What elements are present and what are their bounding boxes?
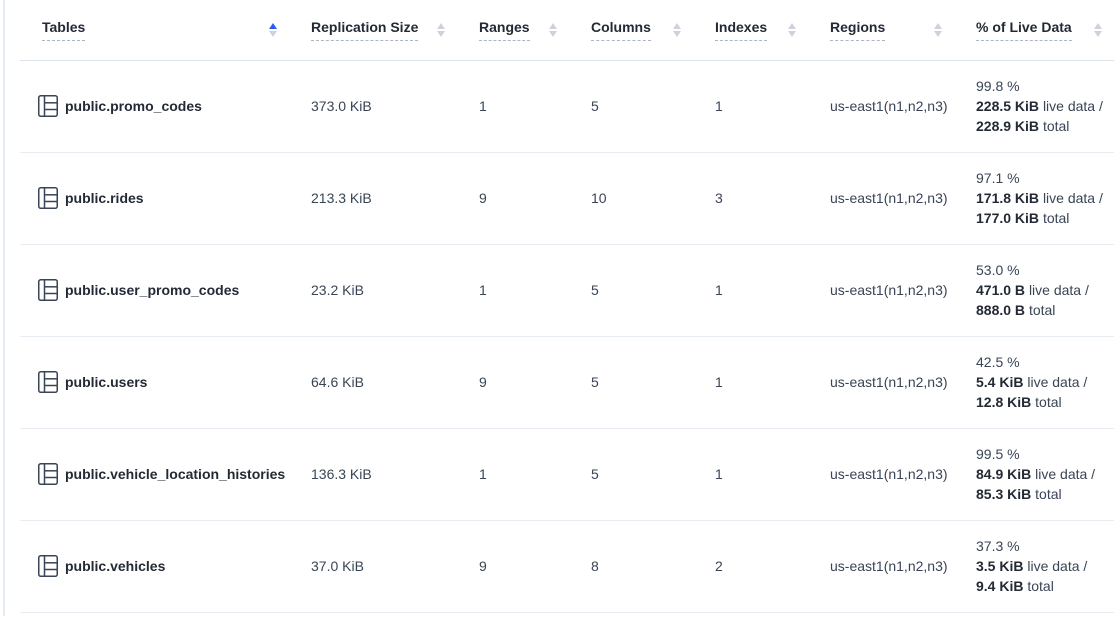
- sort-icon[interactable]: [788, 23, 796, 37]
- indexes-cell: 3: [694, 152, 809, 244]
- regions-cell: us-east1(n1,n2,n3): [809, 244, 955, 336]
- live-data-percent: 37.3 %: [976, 536, 1109, 556]
- table-header-row: Tables Replication Size Ranges Columns: [20, 0, 1114, 60]
- indexes-cell: 2: [694, 520, 809, 612]
- table-icon: [38, 371, 58, 393]
- sort-icon[interactable]: [437, 23, 445, 37]
- regions-cell: us-east1(n1,n2,n3): [809, 428, 955, 520]
- column-label-live-data: % of Live Data: [976, 18, 1072, 41]
- table-name-link[interactable]: public.rides: [65, 190, 144, 206]
- ranges-cell: 9: [458, 152, 570, 244]
- column-label-replication-size: Replication Size: [311, 18, 418, 41]
- column-header-indexes[interactable]: Indexes: [694, 0, 809, 60]
- live-data-cell: 53.0 % 471.0 B live data / 888.0 B total: [955, 244, 1114, 336]
- live-data-percent: 99.5 %: [976, 444, 1109, 464]
- total-data-size: 228.9 KiB total: [976, 116, 1109, 136]
- table-row: public.users 64.6 KiB 9 5 1 us-east1(n1,…: [20, 336, 1114, 428]
- total-data-size: 888.0 B total: [976, 300, 1109, 320]
- replication-size-cell: 136.3 KiB: [290, 428, 458, 520]
- live-data-cell: 42.5 % 5.4 KiB live data / 12.8 KiB tota…: [955, 336, 1114, 428]
- ranges-cell: 1: [458, 428, 570, 520]
- column-header-columns[interactable]: Columns: [570, 0, 694, 60]
- live-data-percent: 53.0 %: [976, 260, 1109, 280]
- column-label-tables: Tables: [42, 18, 85, 41]
- live-data-size: 5.4 KiB live data /: [976, 372, 1109, 392]
- sort-icon[interactable]: [673, 23, 681, 37]
- live-data-percent: 99.8 %: [976, 76, 1109, 96]
- ranges-cell: 9: [458, 520, 570, 612]
- live-data-percent: 97.1 %: [976, 168, 1109, 188]
- table-name-link[interactable]: public.vehicles: [65, 558, 165, 574]
- replication-size-cell: 373.0 KiB: [290, 60, 458, 152]
- live-data-cell: 99.8 % 228.5 KiB live data / 228.9 KiB t…: [955, 60, 1114, 152]
- table-body: public.promo_codes 373.0 KiB 1 5 1 us-ea…: [20, 60, 1114, 612]
- table-icon: [38, 95, 58, 117]
- table-icon: [38, 555, 58, 577]
- indexes-cell: 1: [694, 244, 809, 336]
- live-data-size: 228.5 KiB live data /: [976, 96, 1109, 116]
- table-icon: [38, 187, 58, 209]
- sort-icon[interactable]: [934, 23, 942, 37]
- total-data-size: 12.8 KiB total: [976, 392, 1109, 412]
- live-data-cell: 37.3 % 3.5 KiB live data / 9.4 KiB total: [955, 520, 1114, 612]
- live-data-size: 171.8 KiB live data /: [976, 188, 1109, 208]
- live-data-percent: 42.5 %: [976, 352, 1109, 372]
- indexes-cell: 1: [694, 60, 809, 152]
- table-name-link[interactable]: public.user_promo_codes: [65, 282, 239, 298]
- column-header-live-data[interactable]: % of Live Data: [955, 0, 1114, 60]
- columns-cell: 5: [570, 244, 694, 336]
- indexes-cell: 1: [694, 428, 809, 520]
- table-name-link[interactable]: public.vehicle_location_histories: [65, 466, 285, 482]
- table-name-link[interactable]: public.promo_codes: [65, 98, 202, 114]
- live-data-size: 471.0 B live data /: [976, 280, 1109, 300]
- total-data-size: 177.0 KiB total: [976, 208, 1109, 228]
- regions-cell: us-east1(n1,n2,n3): [809, 336, 955, 428]
- total-data-size: 9.4 KiB total: [976, 576, 1109, 596]
- replication-size-cell: 37.0 KiB: [290, 520, 458, 612]
- replication-size-cell: 213.3 KiB: [290, 152, 458, 244]
- live-data-size: 84.9 KiB live data /: [976, 464, 1109, 484]
- column-label-ranges: Ranges: [479, 18, 530, 41]
- tables-list-table: Tables Replication Size Ranges Columns: [20, 0, 1114, 613]
- sort-icon[interactable]: [1094, 23, 1102, 37]
- sort-icon[interactable]: [269, 23, 277, 37]
- column-label-regions: Regions: [830, 18, 885, 41]
- indexes-cell: 1: [694, 336, 809, 428]
- regions-cell: us-east1(n1,n2,n3): [809, 60, 955, 152]
- table-icon: [38, 463, 58, 485]
- table-row: public.promo_codes 373.0 KiB 1 5 1 us-ea…: [20, 60, 1114, 152]
- live-data-cell: 97.1 % 171.8 KiB live data / 177.0 KiB t…: [955, 152, 1114, 244]
- column-label-columns: Columns: [591, 18, 651, 41]
- column-label-indexes: Indexes: [715, 18, 767, 41]
- table-row: public.vehicle_location_histories 136.3 …: [20, 428, 1114, 520]
- replication-size-cell: 64.6 KiB: [290, 336, 458, 428]
- table-name-link[interactable]: public.users: [65, 374, 147, 390]
- ranges-cell: 9: [458, 336, 570, 428]
- table-row: public.rides 213.3 KiB 9 10 3 us-east1(n…: [20, 152, 1114, 244]
- regions-cell: us-east1(n1,n2,n3): [809, 152, 955, 244]
- table-row: public.vehicles 37.0 KiB 9 8 2 us-east1(…: [20, 520, 1114, 612]
- replication-size-cell: 23.2 KiB: [290, 244, 458, 336]
- total-data-size: 85.3 KiB total: [976, 484, 1109, 504]
- columns-cell: 10: [570, 152, 694, 244]
- page-edge-divider: [3, 0, 5, 616]
- live-data-cell: 99.5 % 84.9 KiB live data / 85.3 KiB tot…: [955, 428, 1114, 520]
- ranges-cell: 1: [458, 244, 570, 336]
- column-header-tables[interactable]: Tables: [20, 0, 290, 60]
- column-header-replication-size[interactable]: Replication Size: [290, 0, 458, 60]
- columns-cell: 5: [570, 428, 694, 520]
- ranges-cell: 1: [458, 60, 570, 152]
- columns-cell: 8: [570, 520, 694, 612]
- table-icon: [38, 279, 58, 301]
- regions-cell: us-east1(n1,n2,n3): [809, 520, 955, 612]
- column-header-regions[interactable]: Regions: [809, 0, 955, 60]
- sort-icon[interactable]: [549, 23, 557, 37]
- columns-cell: 5: [570, 336, 694, 428]
- live-data-size: 3.5 KiB live data /: [976, 556, 1109, 576]
- columns-cell: 5: [570, 60, 694, 152]
- column-header-ranges[interactable]: Ranges: [458, 0, 570, 60]
- table-row: public.user_promo_codes 23.2 KiB 1 5 1 u…: [20, 244, 1114, 336]
